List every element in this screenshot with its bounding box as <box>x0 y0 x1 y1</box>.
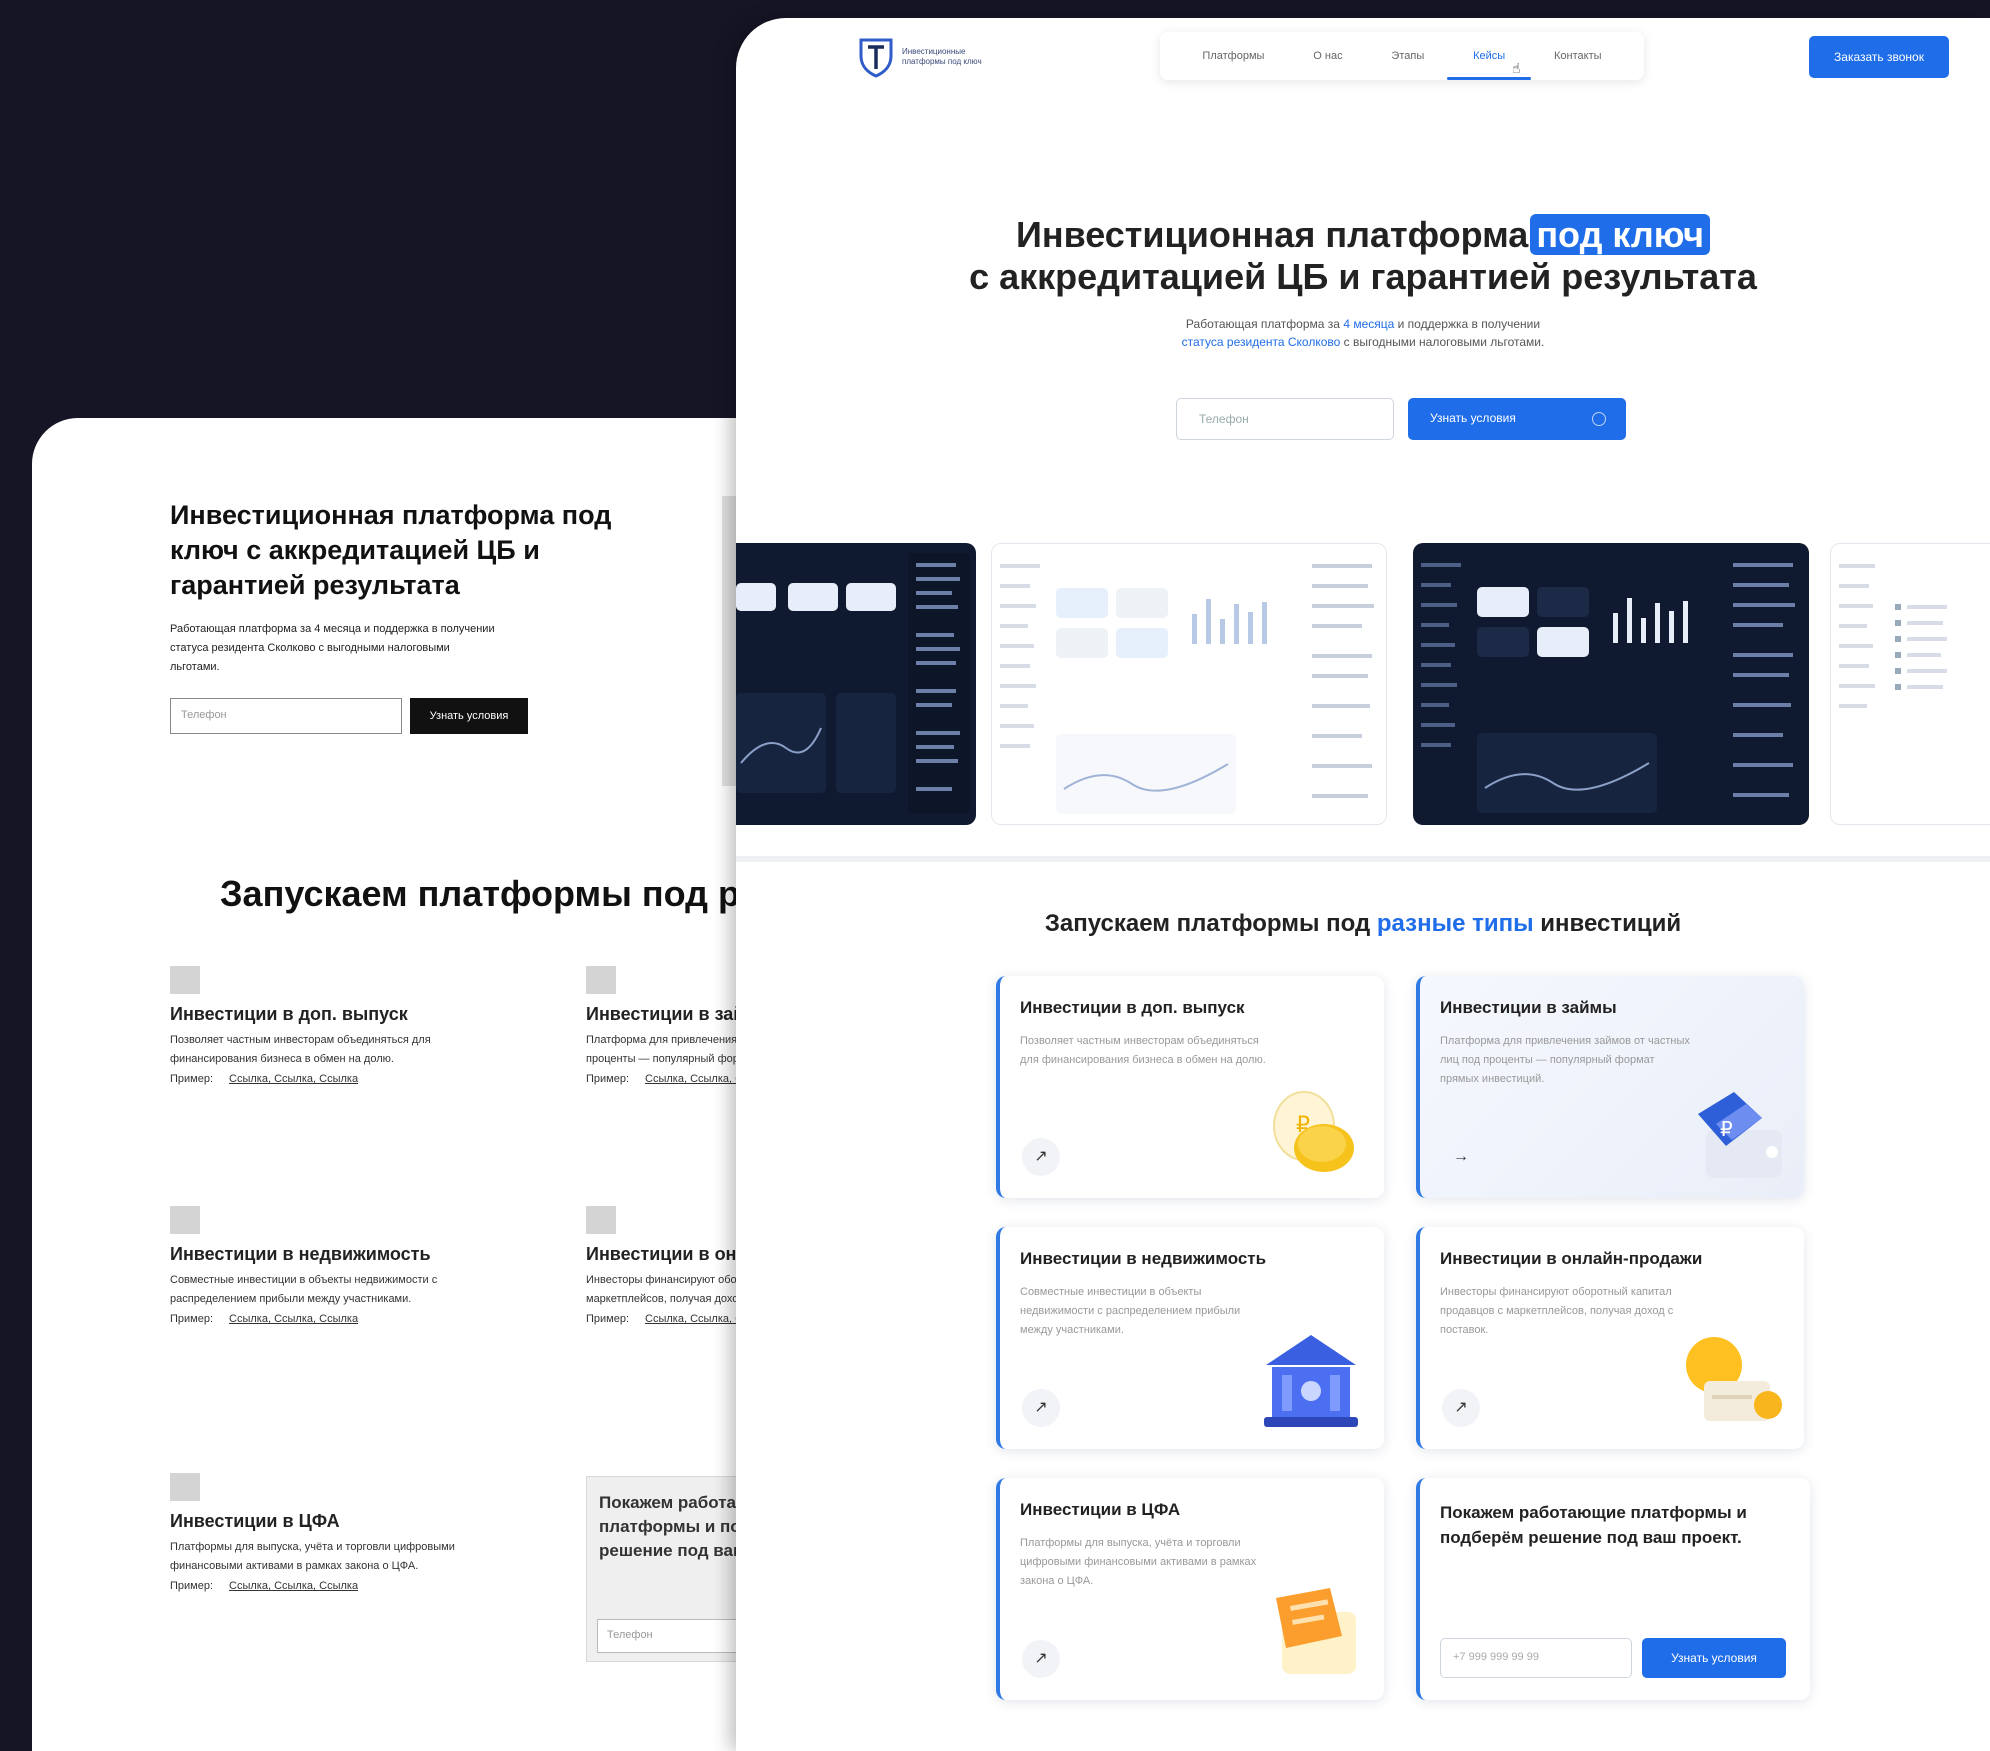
dashboard-preview-dark <box>1413 543 1809 825</box>
nav-item-stages[interactable]: Этапы <box>1385 32 1430 80</box>
wireframe-page: Инвестиционная платформа под ключ с аккр… <box>32 418 752 1751</box>
nav-item-contacts[interactable]: Контакты <box>1548 32 1608 80</box>
card-description: Совместные инвестиции в объекты недвижим… <box>1020 1286 1241 1336</box>
example-links[interactable]: Ссылка, Ссылка, Ссылка <box>229 1313 358 1325</box>
wireframe-phone-input[interactable]: Телефон <box>170 698 402 734</box>
coins-illustration-icon: ₽ <box>1273 1091 1354 1172</box>
card-real-estate[interactable]: Инвестиции в недвижимость Совместные инв… <box>996 1227 1384 1449</box>
wireframe-scrollbar[interactable] <box>722 496 736 786</box>
wireframe-item-title: Инвестиции в ЦФА <box>170 1511 340 1531</box>
wireframe-item-title: Инвестиции в онлайн-продажи <box>586 1244 752 1264</box>
wallet-illustration-icon: ₽ <box>1698 1092 1782 1178</box>
wireframe-cta-title: Покажем работающие платформы и подберём … <box>599 1493 752 1560</box>
wireframe-item: Инвестиции в онлайн-продажи Инвесторы фи… <box>586 1206 752 1325</box>
card-title: Инвестиции в займы <box>1440 998 1617 1017</box>
cta-conditions-button[interactable]: Узнать условия <box>1642 1638 1786 1678</box>
example-links[interactable]: Ссылка, Ссылка, Ссылка <box>229 1580 358 1592</box>
placeholder-icon <box>170 1206 200 1234</box>
wireframe-item-desc: Позволяет частным инвесторам объединятьс… <box>170 1034 431 1065</box>
card-loans[interactable]: Инвестиции в займы Платформа для привлеч… <box>1416 976 1804 1198</box>
wireframe-hero-title: Инвестиционная платформа под ключ с аккр… <box>170 500 612 600</box>
dashboard-preview-light <box>991 543 1387 825</box>
svg-text:₽: ₽ <box>1720 1117 1733 1141</box>
wireframe-item-title: Инвестиции в доп. выпуск <box>170 1004 408 1024</box>
landing-page: Инвестиционные платформы под ключ Платфо… <box>736 18 1990 1751</box>
wireframe-item-title: Инвестиции в займы <box>586 1004 752 1024</box>
wireframe-conditions-button[interactable]: Узнать условия <box>410 698 528 734</box>
hero-title: Инвестиционная платформа под ключ с аккре… <box>969 214 1757 297</box>
card-additional-issue[interactable]: Инвестиции в доп. выпуск Позволяет частн… <box>996 976 1384 1198</box>
wireframe-item-examples: Пример:Ссылка, Ссылка, Ссылка <box>170 1313 359 1325</box>
wireframe-item-desc: Платформы для выпуска, учёта и торговли … <box>170 1541 455 1572</box>
wireframe-section-title: Запускаем платформы под разные типы инве… <box>220 873 752 914</box>
placeholder-icon <box>586 1206 616 1234</box>
dashboard-screenshots <box>736 543 1990 829</box>
card-description: Инвесторы финансируют оборотный капитал … <box>1440 1286 1674 1336</box>
card-description: Позволяет частным инвесторам объединятьс… <box>1020 1035 1266 1066</box>
circle-arrow-icon <box>1592 412 1606 426</box>
shield-logo-icon <box>859 38 893 78</box>
wireframe-item: Инвестиции в доп. выпуск Позволяет частн… <box>170 966 550 1085</box>
card-description: Платформа для привлечения займов от част… <box>1440 1035 1690 1085</box>
dashboard-preview-dark <box>736 543 976 825</box>
wireframe-item: Инвестиции в займы Платформа для привлеч… <box>586 966 752 1085</box>
logo-text: Инвестиционные платформы под ключ <box>902 47 982 66</box>
placeholder-icon <box>170 1473 200 1501</box>
card-digital-assets[interactable]: Инвестиции в ЦФА Платформы для выпуска, … <box>996 1478 1384 1700</box>
cta-title: Покажем работающие платформы и подберём … <box>1440 1503 1747 1547</box>
wireframe-item-desc: Платформа для привлечения займов от част… <box>586 1034 752 1065</box>
dashboard-preview-graphic <box>736 553 970 813</box>
dashboard-preview-graphic <box>1839 564 1947 708</box>
wireframe-hero-subtitle: Работающая платформа за 4 месяца и подде… <box>170 623 495 673</box>
card-title: Инвестиции в недвижимость <box>1020 1249 1267 1268</box>
cta-phone-input[interactable]: +7 999 999 99 99 <box>1440 1638 1632 1678</box>
card-title: Инвестиции в ЦФА <box>1020 1500 1181 1519</box>
nav-item-cases[interactable]: Кейсы <box>1447 32 1532 80</box>
wireframe-item-examples: Пример:Ссылка, Ссылка, Ссылка <box>170 1580 359 1592</box>
wireframe-item-title: Инвестиции в недвижимость <box>170 1244 431 1264</box>
cta-card: Покажем работающие платформы и подберём … <box>1416 1478 1810 1700</box>
wireframe-cta-phone-input[interactable]: Телефон <box>597 1619 752 1653</box>
top-nav: Платформы О нас Этапы Кейсы Контакты <box>1160 32 1644 80</box>
hero-conditions-button[interactable]: Узнать условия <box>1408 398 1626 440</box>
example-links[interactable]: Ссылка, Ссылка, Ссылка <box>229 1073 358 1085</box>
wireframe-item-desc: Совместные инвестиции в объекты недвижим… <box>170 1274 438 1305</box>
wireframe-item-examples: Пример:Ссылка, Ссылка, Ссылка <box>586 1073 752 1085</box>
order-call-button[interactable]: Заказать звонок <box>1809 36 1949 78</box>
card-title: Инвестиции в онлайн-продажи <box>1440 1249 1703 1268</box>
card-online-sales[interactable]: Инвестиции в онлайн-продажи Инвесторы фи… <box>1416 1227 1804 1449</box>
document-folder-illustration-icon <box>1276 1588 1356 1674</box>
wireframe-item-examples: Пример:Ссылка, Ссылка, Ссылка <box>586 1313 752 1325</box>
bank-building-illustration-icon <box>1264 1335 1358 1427</box>
arrow-up-right-icon[interactable]: ↗ <box>1022 1640 1060 1678</box>
nav-item-about[interactable]: О нас <box>1307 32 1348 80</box>
wireframe-item-examples: Пример:Ссылка, Ссылка, Ссылка <box>170 1073 359 1085</box>
hero-phone-input[interactable]: Телефон <box>1176 398 1394 440</box>
wireframe-cta-box: Покажем работающие платформы и подберём … <box>586 1476 752 1662</box>
card-and-coin-illustration-icon <box>1686 1337 1782 1421</box>
dashboard-preview-light <box>1830 543 1990 825</box>
card-title: Инвестиции в доп. выпуск <box>1020 998 1245 1017</box>
dashboard-preview-graphic <box>1421 563 1795 813</box>
card-description: Платформы для выпуска, учёта и торговли … <box>1020 1537 1257 1587</box>
arrow-up-right-icon[interactable]: ↗ <box>1022 1389 1060 1427</box>
wireframe-item: Инвестиции в недвижимость Совместные инв… <box>170 1206 550 1325</box>
hero-title-highlight: под ключ <box>1530 214 1711 255</box>
arrow-right-icon[interactable]: → <box>1442 1138 1480 1176</box>
nav-item-platforms[interactable]: Платформы <box>1196 32 1270 80</box>
arrow-up-right-icon[interactable]: ↗ <box>1022 1138 1060 1176</box>
hero-subtitle: Работающая платформа за 4 месяца и подде… <box>1181 317 1545 349</box>
dashboard-preview-graphic <box>1000 564 1374 814</box>
placeholder-icon <box>586 966 616 994</box>
svg-text:₽: ₽ <box>1296 1113 1310 1138</box>
placeholder-icon <box>170 966 200 994</box>
section-divider <box>736 856 1990 862</box>
hand-cursor-icon: ☝ <box>1512 60 1521 76</box>
wireframe-item: Инвестиции в ЦФА Платформы для выпуска, … <box>170 1473 550 1592</box>
wireframe-item-desc: Инвесторы финансируют оборотный капитал … <box>586 1274 752 1305</box>
arrow-up-right-icon[interactable]: ↗ <box>1442 1389 1480 1427</box>
logo[interactable]: Инвестиционные платформы под ключ <box>858 36 982 78</box>
section-title: Запускаем платформы под разные типы инве… <box>1044 910 1682 937</box>
